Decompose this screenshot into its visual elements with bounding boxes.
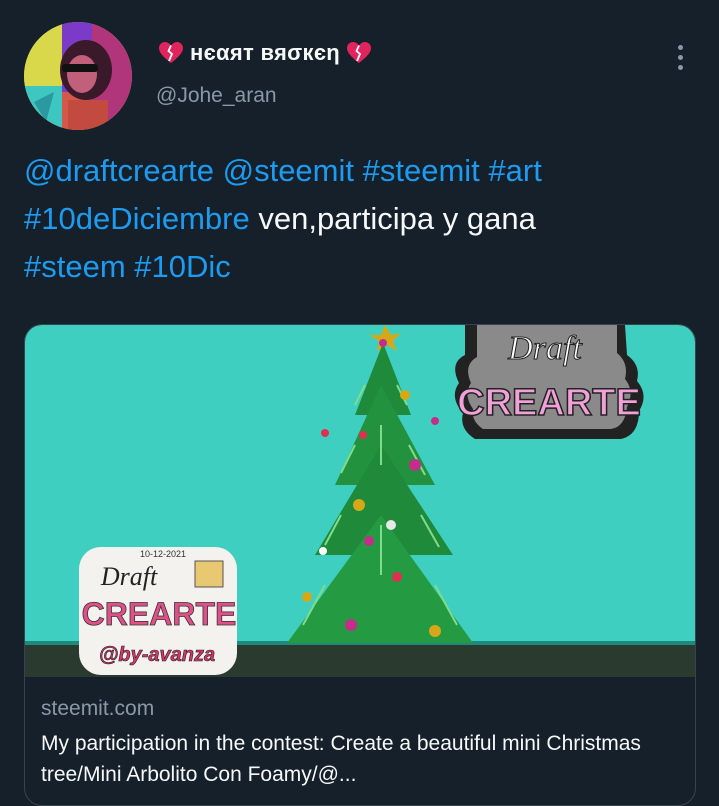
card-title[interactable]: My participation in the contest: Create … [41, 728, 681, 790]
card-domain: steemit.com [41, 697, 155, 720]
more-options-icon[interactable] [668, 40, 692, 74]
hashtag-link[interactable]: #10Dic [134, 249, 231, 284]
big-sign-line2: CREARTE [457, 382, 641, 424]
broken-heart-icon [159, 42, 183, 63]
small-sign-date: 10-12-2021 [140, 549, 186, 559]
big-sign: Draft CREARTE [454, 325, 644, 439]
big-sign-line1: Draft [507, 330, 583, 367]
hashtag-link[interactable]: #steemit [363, 153, 480, 188]
mention-link[interactable]: @steemit [223, 153, 354, 188]
user-handle[interactable]: @Johe_aran [156, 84, 277, 108]
tweet-body: ven,participa y gana [249, 201, 536, 236]
hashtag-link[interactable]: #art [488, 153, 541, 188]
card-image[interactable]: Draft CREARTE 10-12-2021 Draft CREARTE @… [25, 325, 695, 677]
tweet-text: @draftcrearte @steemit #steemit #art #10… [24, 147, 694, 291]
user-name-text: нєαят вяσкєη [190, 40, 341, 65]
broken-heart-icon [347, 42, 372, 63]
avatar[interactable] [24, 22, 132, 130]
small-sign: 10-12-2021 Draft CREARTE @by-avanza [79, 547, 237, 675]
small-sign-line1: Draft [100, 562, 158, 591]
dot [677, 44, 683, 50]
user-display-name[interactable]: нєαят вяσкєη [158, 40, 372, 66]
avatar-image [24, 22, 132, 130]
dot [677, 64, 683, 70]
hashtag-link[interactable]: #10deDiciembre [24, 201, 250, 236]
link-preview-card[interactable]: Draft CREARTE 10-12-2021 Draft CREARTE @… [24, 324, 696, 806]
small-sign-line3: @by-avanza [99, 644, 215, 666]
hashtag-link[interactable]: #steem [24, 249, 126, 284]
dot [677, 54, 683, 60]
small-sign-line2: CREARTE [82, 596, 237, 632]
mention-link[interactable]: @draftcrearte [24, 153, 214, 188]
